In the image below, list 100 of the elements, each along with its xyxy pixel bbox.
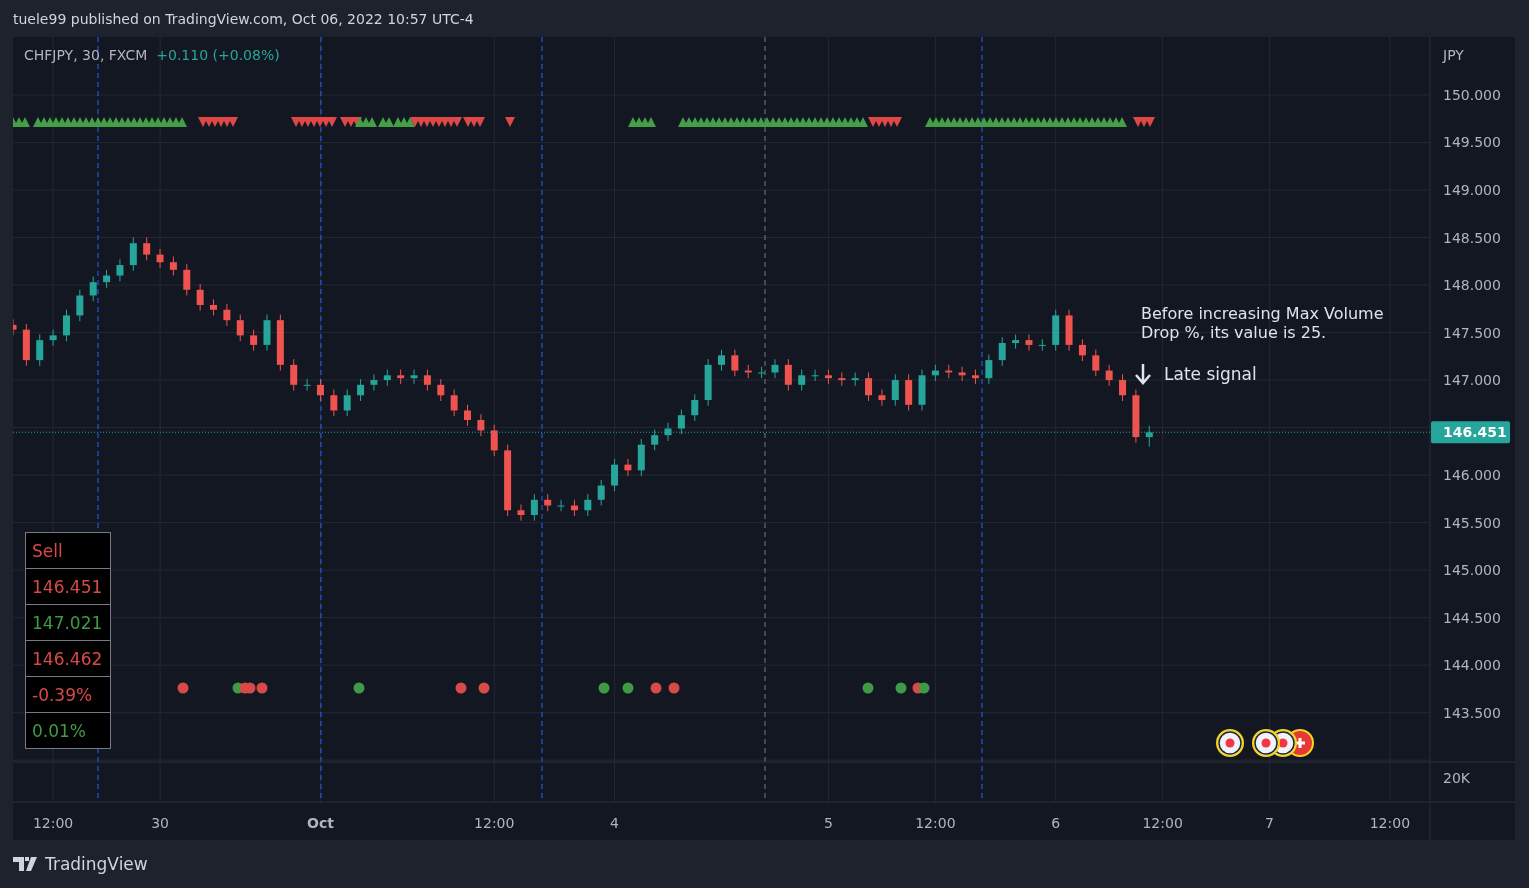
price-tick: 148.000 — [1443, 277, 1501, 294]
candle — [236, 314, 244, 342]
volume-scale-label: 20K — [1443, 770, 1470, 786]
candle — [611, 458, 619, 492]
candle — [343, 389, 351, 417]
candle — [397, 369, 405, 385]
chart-note: Before increasing Max Volume Drop %, its value is 25. — [1141, 304, 1385, 342]
candle — [210, 298, 217, 316]
chart-note: Late signal — [1164, 364, 1257, 384]
event-icons-drawing[interactable] — [1252, 729, 1314, 757]
candle — [905, 373, 913, 411]
last-price-badge: 146.451 — [1431, 421, 1510, 444]
candle — [169, 256, 177, 277]
candle — [410, 369, 418, 385]
candle — [22, 323, 30, 367]
logo-icon — [13, 857, 39, 871]
table-cell: Sell — [32, 540, 63, 561]
candle — [183, 263, 191, 296]
publish-info: tuele99 published on TradingView.com, Oct 06, 2022 10:57 UTC-4 — [13, 10, 474, 27]
candle — [1092, 349, 1100, 377]
time-tick: 30 — [151, 815, 169, 831]
candle — [918, 369, 926, 411]
candle — [637, 438, 645, 477]
candle — [624, 458, 632, 477]
candle — [1119, 373, 1127, 402]
candle — [1025, 333, 1033, 352]
candle — [13, 318, 17, 336]
candle — [129, 237, 137, 272]
price-tick: 144.000 — [1443, 657, 1501, 674]
candle — [570, 499, 578, 517]
candle — [316, 378, 324, 402]
candle — [450, 389, 458, 417]
candle — [784, 358, 792, 391]
candle — [437, 378, 445, 402]
candle — [357, 378, 365, 402]
candle — [1052, 309, 1060, 352]
candle — [223, 303, 231, 327]
candle — [597, 479, 605, 506]
candle — [985, 353, 993, 385]
candle — [958, 366, 966, 382]
price-tick: 149.500 — [1443, 134, 1501, 151]
candle — [1012, 333, 1020, 350]
candle — [931, 364, 939, 382]
candle — [330, 389, 338, 417]
candle — [62, 309, 70, 342]
candle — [49, 329, 57, 347]
time-tick: 12:00 — [474, 815, 515, 831]
up-triangles-drawing — [355, 117, 377, 127]
candle — [704, 358, 712, 407]
candle — [771, 358, 779, 379]
price-tick: 149.000 — [1443, 182, 1501, 198]
price-change: +0.110 (+0.08%) — [156, 47, 280, 63]
table-cell: 147.021 — [32, 612, 103, 633]
down-triangles-drawing — [868, 117, 902, 127]
candle — [103, 269, 111, 289]
time-tick: 5 — [824, 815, 833, 831]
candle — [1065, 309, 1073, 352]
price-tick: 146.000 — [1443, 467, 1501, 484]
candle — [263, 314, 271, 352]
candle — [865, 371, 873, 402]
candle — [1038, 338, 1046, 352]
time-tick: 7 — [1265, 815, 1275, 831]
candle — [691, 393, 699, 422]
down-triangles-drawing — [291, 117, 337, 127]
price-tick: 144.500 — [1443, 609, 1501, 626]
candle — [517, 504, 525, 522]
currency-label: JPY — [1443, 47, 1464, 63]
candle — [731, 349, 739, 377]
candle — [664, 422, 672, 442]
candle — [945, 364, 953, 379]
price-tick: 147.500 — [1443, 324, 1501, 341]
candle — [1132, 389, 1140, 444]
candle — [557, 499, 565, 512]
candle — [584, 493, 592, 517]
table-cell: -0.39% — [32, 684, 93, 705]
time-tick: 12:00 — [1142, 815, 1183, 831]
table-cell: 146.462 — [32, 648, 103, 669]
price-tick: 145.000 — [1443, 562, 1501, 579]
candle — [891, 373, 899, 407]
candle — [303, 378, 311, 391]
price-tick: 150.000 — [1443, 86, 1501, 103]
candle — [76, 289, 84, 322]
up-triangles-drawing — [13, 117, 30, 127]
target-icon[interactable] — [1216, 729, 1244, 757]
candle — [477, 413, 485, 437]
candle — [1145, 425, 1153, 448]
time-tick: 4 — [610, 815, 619, 831]
candle — [798, 369, 806, 391]
candle — [116, 258, 124, 282]
up-triangles-drawing — [378, 117, 394, 127]
time-tick: 6 — [1051, 815, 1061, 831]
candle — [89, 276, 97, 302]
candle — [998, 336, 1006, 367]
candle — [677, 409, 685, 435]
candle — [36, 333, 44, 367]
candle — [972, 369, 979, 385]
down-triangles-drawing — [198, 117, 238, 127]
candle — [811, 369, 819, 382]
candle — [250, 329, 258, 352]
table-cell: 0.01% — [32, 720, 86, 741]
